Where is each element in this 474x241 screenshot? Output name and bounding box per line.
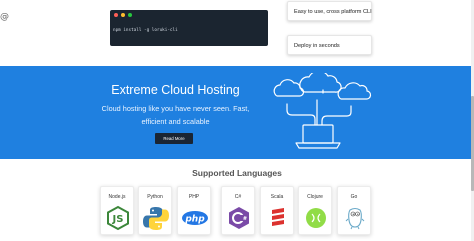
languages-title: Supported Languages [192, 168, 282, 178]
feature-card-cli: Easy to use, cross platform CLI [287, 1, 372, 21]
hero-text: Cloud hosting like you have never seen. … [101, 104, 250, 126]
read-more-button[interactable]: Read More [155, 133, 193, 144]
scala-icon [272, 208, 284, 226]
svg-text:JS: JS [112, 214, 124, 225]
lang-card-python[interactable]: Python [138, 186, 172, 235]
php-icon: php [182, 211, 208, 225]
feature-card-deploy: Deploy in seconds [287, 35, 372, 55]
lang-name: Clojure [307, 194, 323, 200]
cloud-network-laptop-icon [273, 73, 372, 149]
minimize-dot-icon [121, 13, 125, 17]
csharp-icon: # [229, 207, 249, 229]
terminal-dots [114, 13, 132, 17]
python-icon [143, 207, 169, 230]
lang-name: Node.js [108, 194, 126, 200]
lang-name: Python [147, 194, 163, 200]
lang-name: C# [234, 194, 242, 200]
lang-name: Scala [270, 194, 284, 200]
nodejs-icon: JS [107, 205, 129, 231]
lang-card-php[interactable]: PHP php [177, 186, 211, 235]
lang-card-go[interactable]: Go [337, 186, 371, 235]
clojure-icon [306, 208, 326, 228]
terminal-command: npm install -g loruki-cli [113, 28, 178, 33]
lang-card-scala[interactable]: Scala [260, 186, 294, 235]
lang-name: PHP [188, 194, 200, 200]
lang-name: Go [350, 194, 358, 200]
terminal-window: npm install -g loruki-cli [110, 10, 268, 46]
lang-card-nodejs[interactable]: Node.js JS [100, 186, 134, 235]
lang-card-clojure[interactable]: Clojure [298, 186, 332, 235]
go-icon [345, 207, 365, 230]
svg-text:#: # [243, 216, 247, 222]
svg-text:php: php [184, 215, 205, 225]
lang-card-csharp[interactable]: C# # [221, 186, 255, 235]
close-dot-icon [114, 13, 118, 17]
maximize-dot-icon [128, 13, 132, 17]
left-edge-icon: @ [0, 12, 9, 22]
